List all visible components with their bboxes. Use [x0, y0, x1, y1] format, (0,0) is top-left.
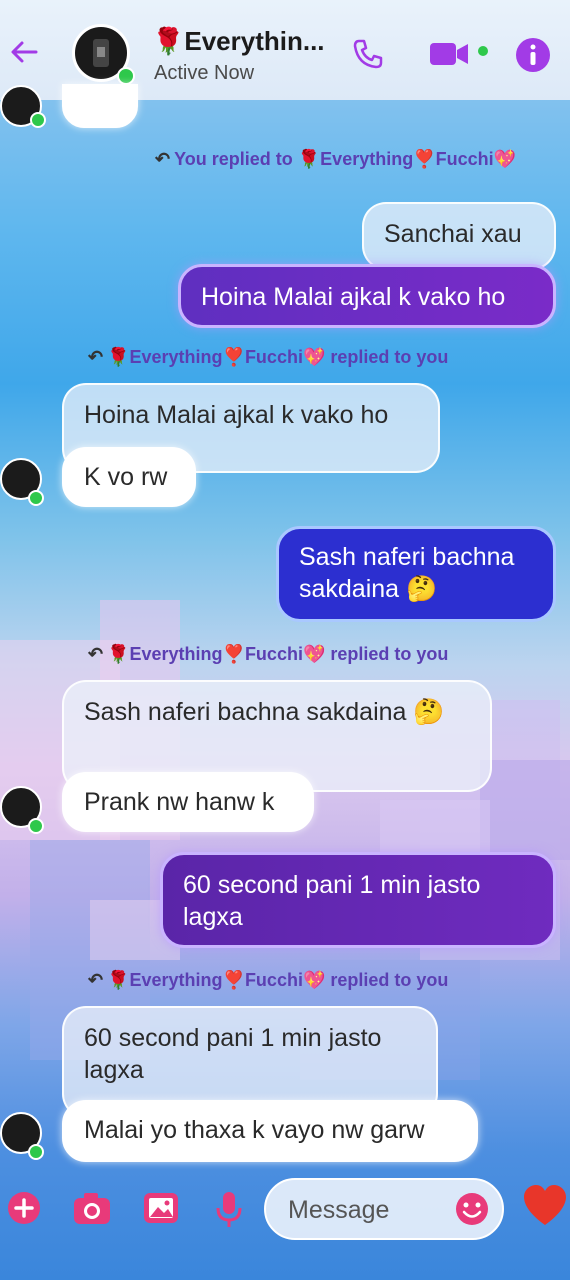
video-icon: [430, 43, 468, 65]
received-message[interactable]: Prank nw hanw k: [62, 772, 314, 832]
camera-button[interactable]: [72, 1190, 112, 1231]
message-input[interactable]: Message: [264, 1178, 504, 1240]
mic-icon: [216, 1192, 242, 1227]
camera-icon: [74, 1193, 110, 1224]
like-button[interactable]: [522, 1183, 568, 1234]
active-status: Active Now: [154, 62, 255, 84]
quoted-text: Sanchai xau: [384, 220, 522, 248]
voice-button[interactable]: [212, 1190, 246, 1235]
message-text: Sash naferi bachna sakdaina 🤔: [299, 543, 515, 603]
gallery-button[interactable]: [142, 1190, 180, 1231]
online-indicator-small: [30, 112, 46, 128]
reply-arrow-icon: ↶: [88, 644, 104, 664]
sent-message[interactable]: Sash naferi bachna sakdaina 🤔: [276, 526, 556, 622]
info-icon: [516, 38, 550, 72]
online-indicator-small: [28, 818, 44, 834]
received-message[interactable]: Malai yo thaxa k vayo nw garw: [62, 1100, 478, 1162]
reply-arrow-icon: ↶: [155, 149, 171, 169]
video-call-button[interactable]: [428, 36, 474, 77]
sent-message[interactable]: Hoina Malai ajkal k vako ho: [178, 264, 556, 328]
quoted-text: Sash naferi bachna sakdaina 🤔: [84, 698, 445, 726]
video-active-dot: [478, 46, 488, 56]
more-actions-button[interactable]: [6, 1190, 42, 1231]
sent-message[interactable]: 60 second pani 1 min jasto lagxa: [160, 852, 556, 948]
quoted-text: Hoina Malai ajkal k vako ho: [84, 401, 389, 429]
message-text: 60 second pani 1 min jasto lagxa: [183, 871, 481, 931]
gallery-icon: [144, 1193, 178, 1223]
plus-icon: [8, 1192, 40, 1224]
phone-icon: [353, 39, 383, 69]
message-text: Malai yo thaxa k vayo nw garw: [84, 1116, 425, 1144]
reply-note: ↶ You replied to 🌹Everything❣️Fucchi💖: [155, 146, 555, 172]
contact-name[interactable]: 🌹Everythin...: [152, 26, 325, 57]
reply-note-text: 🌹Everything❣️Fucchi💖 replied to you: [107, 644, 449, 664]
received-message[interactable]: K vo rw: [62, 447, 196, 507]
reply-note: ↶ 🌹Everything❣️Fucchi💖 replied to you: [88, 347, 448, 368]
info-button[interactable]: [514, 36, 552, 79]
reply-arrow-icon: ↶: [88, 970, 104, 990]
reply-note: ↶ 🌹Everything❣️Fucchi💖 replied to you: [88, 644, 448, 665]
quoted-text: 60 second pani 1 min jasto lagxa: [84, 1024, 382, 1084]
message-text: Prank nw hanw k: [84, 788, 275, 816]
heart-icon: [524, 1185, 566, 1225]
message-partial[interactable]: [62, 84, 138, 128]
quoted-message[interactable]: Sanchai xau: [362, 202, 556, 270]
reply-arrow-icon: ↶: [88, 347, 104, 367]
composer-bar: Message: [0, 1165, 570, 1255]
reply-note-text: 🌹Everything❣️Fucchi💖 replied to you: [107, 347, 449, 367]
call-button[interactable]: [350, 36, 386, 77]
message-placeholder: Message: [288, 1196, 390, 1224]
online-indicator-small: [28, 490, 44, 506]
back-arrow-icon: [11, 41, 38, 63]
message-text: K vo rw: [84, 463, 168, 491]
reply-note-text: 🌹Everything❣️Fucchi💖 replied to you: [107, 970, 449, 990]
back-button[interactable]: [6, 34, 42, 70]
reply-note-text: You replied to 🌹Everything❣️Fucchi💖: [174, 149, 517, 169]
online-indicator: [117, 67, 135, 85]
online-indicator-small: [28, 1144, 44, 1160]
emoji-icon[interactable]: [454, 1191, 490, 1227]
message-text: Hoina Malai ajkal k vako ho: [201, 283, 506, 311]
reply-note: ↶ 🌹Everything❣️Fucchi💖 replied to you: [88, 970, 448, 991]
